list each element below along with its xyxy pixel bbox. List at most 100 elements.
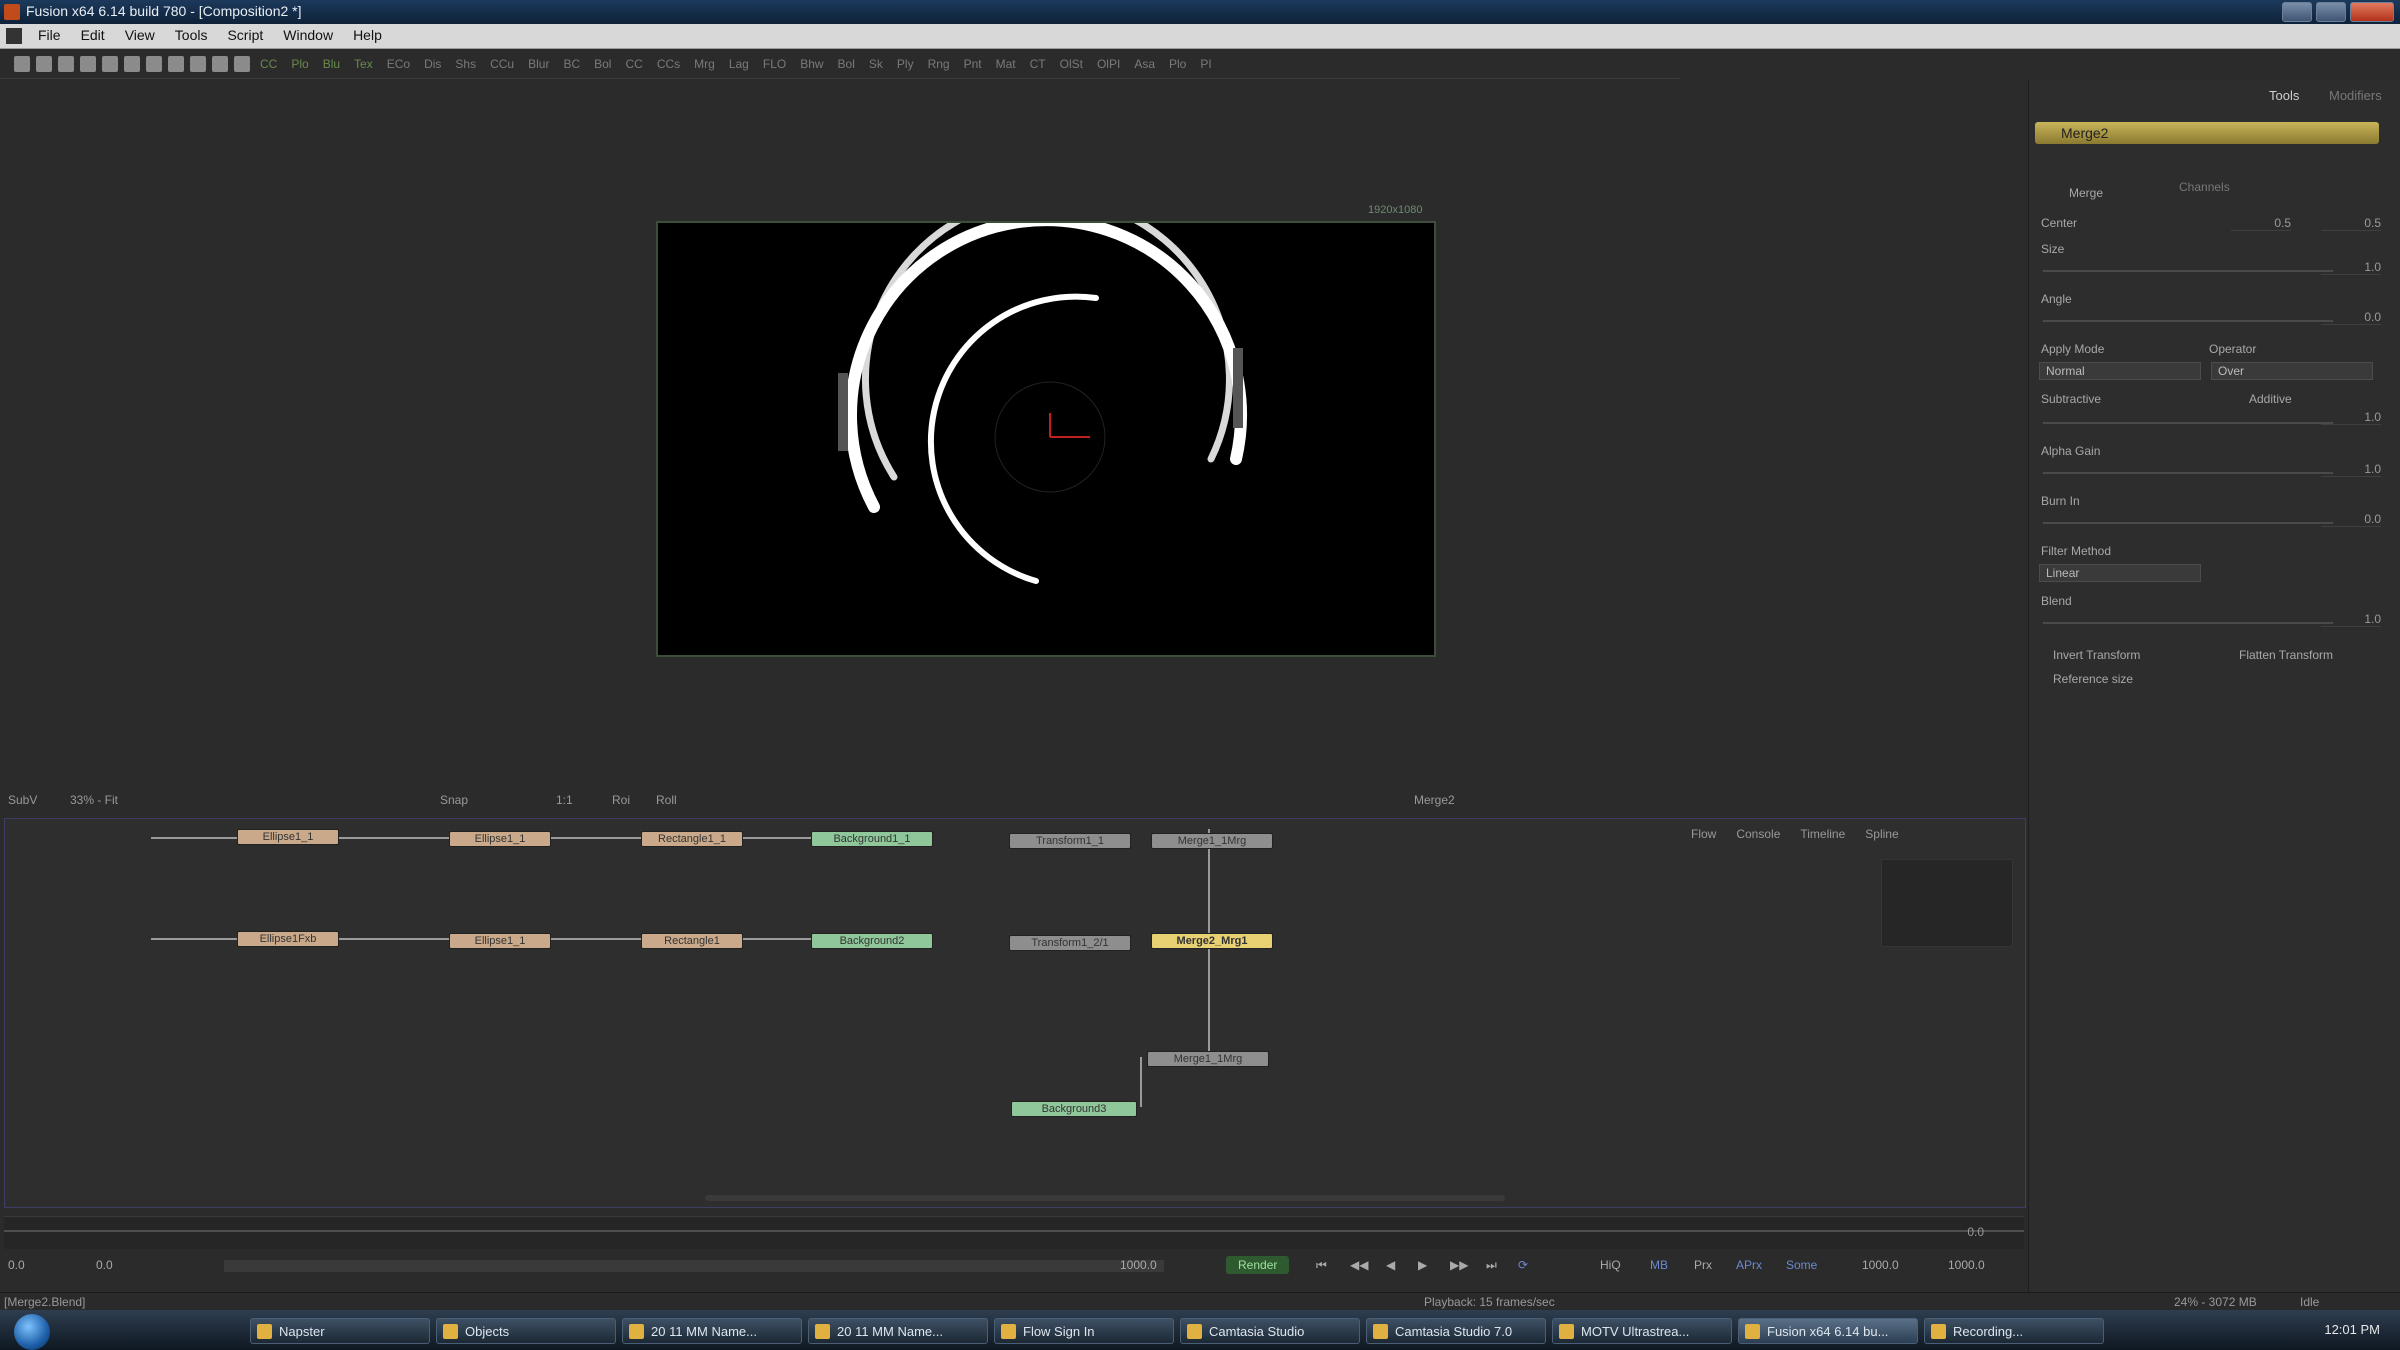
alpha-gain-field[interactable]: 1.0 xyxy=(2321,462,2381,477)
flow-node[interactable]: Rectangle1_1 xyxy=(641,831,743,847)
mb-toggle[interactable]: MB xyxy=(1650,1256,1668,1274)
taskbar-item[interactable]: 20 11 MM Name... xyxy=(622,1318,802,1344)
undo-icon[interactable] xyxy=(146,55,162,72)
roi-button[interactable]: Roi xyxy=(612,793,630,807)
timeline-tab[interactable]: Timeline xyxy=(1800,827,1845,841)
tool-button[interactable]: Plo xyxy=(1165,57,1190,71)
aprx-toggle[interactable]: APrx xyxy=(1736,1256,1762,1274)
subtab-merge[interactable]: Merge xyxy=(2069,186,2103,200)
loop-icon[interactable]: ⟳ xyxy=(1518,1256,1528,1274)
flow-node[interactable]: Rectangle1 xyxy=(641,933,743,949)
blend-field[interactable]: 1.0 xyxy=(2321,612,2381,627)
roll-button[interactable]: Roll xyxy=(656,793,677,807)
taskbar-item[interactable]: Recording... xyxy=(1924,1318,2104,1344)
tool-button[interactable]: Rng xyxy=(924,57,954,71)
tool-button[interactable]: FLO xyxy=(759,57,790,71)
flow-editor[interactable]: Ellipse1_1 Ellipse1_1 Rectangle1_1 Backg… xyxy=(4,818,2026,1208)
spline-tab[interactable]: Spline xyxy=(1865,827,1898,841)
tool-button[interactable]: CC xyxy=(256,57,281,71)
tool-button[interactable]: CCs xyxy=(653,57,684,71)
start-button[interactable] xyxy=(14,1314,50,1350)
tool-button[interactable]: OlSt xyxy=(1056,57,1087,71)
tool-header[interactable]: Merge2 xyxy=(2035,122,2379,144)
tool-button[interactable]: Tex xyxy=(350,57,377,71)
flow-node[interactable]: Background3 xyxy=(1011,1101,1137,1117)
layout-icon[interactable] xyxy=(212,55,228,72)
center-y-field[interactable]: 0.5 xyxy=(2321,216,2381,231)
tool-button[interactable]: CT xyxy=(1026,57,1050,71)
subview-selector[interactable]: SubV xyxy=(8,793,37,807)
global-end-field[interactable]: 1000.0 xyxy=(1948,1256,1985,1274)
sub-add-slider[interactable] xyxy=(2043,422,2333,424)
open-file-icon[interactable] xyxy=(36,55,52,72)
burn-in-field[interactable]: 0.0 xyxy=(2321,512,2381,527)
reference-size-expander[interactable]: Reference size xyxy=(2053,672,2133,686)
tool-button[interactable]: Ply xyxy=(893,57,918,71)
tool-button[interactable]: Sk xyxy=(865,57,887,71)
some-toggle[interactable]: Some xyxy=(1786,1256,1817,1274)
console-tab[interactable]: Console xyxy=(1736,827,1780,841)
flow-navigator[interactable] xyxy=(1881,859,2013,947)
end-field[interactable]: 1000.0 xyxy=(1862,1256,1899,1274)
close-button[interactable] xyxy=(2350,2,2394,22)
layout-icon[interactable] xyxy=(190,55,206,72)
tool-button[interactable]: Shs xyxy=(451,57,480,71)
flow-tab[interactable]: Flow xyxy=(1691,827,1716,841)
menu-view[interactable]: View xyxy=(115,24,165,46)
tab-tools[interactable]: Tools xyxy=(2269,88,2299,103)
apply-mode-dropdown[interactable]: Normal xyxy=(2039,362,2201,380)
size-slider[interactable] xyxy=(2043,270,2333,272)
taskbar-item[interactable]: 20 11 MM Name... xyxy=(808,1318,988,1344)
tool-button[interactable]: Blur xyxy=(524,57,553,71)
tool-button[interactable]: Dis xyxy=(420,57,445,71)
tool-button[interactable]: Blu xyxy=(319,57,344,71)
menu-help[interactable]: Help xyxy=(343,24,392,46)
operator-dropdown[interactable]: Over xyxy=(2211,362,2373,380)
render-button[interactable]: Render xyxy=(1226,1256,1290,1274)
play-reverse-icon[interactable]: ◀ xyxy=(1386,1256,1395,1274)
tool-button[interactable]: OlPI xyxy=(1093,57,1124,71)
filter-method-dropdown[interactable]: Linear xyxy=(2039,564,2201,582)
taskbar-item[interactable]: Napster xyxy=(250,1318,430,1344)
taskbar-item[interactable]: Flow Sign In xyxy=(994,1318,1174,1344)
maximize-button[interactable] xyxy=(2316,2,2346,22)
menu-window[interactable]: Window xyxy=(273,24,343,46)
render-start-field[interactable]: 0.0 xyxy=(96,1256,113,1274)
flow-horizontal-scrollbar[interactable] xyxy=(705,1195,1505,1201)
flow-node[interactable]: Ellipse1_1 xyxy=(449,831,551,847)
cut-icon[interactable] xyxy=(80,55,96,72)
tool-button[interactable]: Pnt xyxy=(960,57,986,71)
tool-button[interactable]: Lag xyxy=(725,57,753,71)
step-back-icon[interactable]: ◀◀ xyxy=(1350,1256,1368,1274)
tool-button[interactable]: BC xyxy=(559,57,584,71)
flow-node-selected[interactable]: Merge2_Mrg1 xyxy=(1151,933,1273,949)
flow-node[interactable]: Ellipse1Fxb xyxy=(237,931,339,947)
taskbar-item-active[interactable]: Fusion x64 6.14 bu... xyxy=(1738,1318,1918,1344)
taskbar-item[interactable]: MOTV Ultrastrea... xyxy=(1552,1318,1732,1344)
tool-button[interactable]: CC xyxy=(621,57,646,71)
fast-forward-icon[interactable]: ⏭ xyxy=(1486,1256,1497,1274)
menu-script[interactable]: Script xyxy=(217,24,273,46)
flow-node[interactable]: Transform1_2/1 xyxy=(1009,935,1131,951)
center-x-field[interactable]: 0.5 xyxy=(2231,216,2291,231)
tab-modifiers[interactable]: Modifiers xyxy=(2329,88,2382,103)
invert-transform-checkbox[interactable]: Invert Transform xyxy=(2053,648,2140,662)
flow-node[interactable]: Background1_1 xyxy=(811,831,933,847)
taskbar-item[interactable]: Objects xyxy=(436,1318,616,1344)
layout-icon[interactable] xyxy=(234,55,250,72)
ratio-button[interactable]: 1:1 xyxy=(556,793,573,807)
prx-toggle[interactable]: Prx xyxy=(1694,1256,1712,1274)
menu-edit[interactable]: Edit xyxy=(71,24,115,46)
zoom-dropdown[interactable]: 33% - Fit xyxy=(70,793,118,807)
tool-button[interactable]: CCu xyxy=(486,57,518,71)
angle-slider[interactable] xyxy=(2043,320,2333,322)
menu-file[interactable]: File xyxy=(28,24,71,46)
tool-button[interactable]: ECo xyxy=(383,57,414,71)
tool-button[interactable]: PI xyxy=(1196,57,1215,71)
tool-button[interactable]: Bol xyxy=(834,57,859,71)
new-file-icon[interactable] xyxy=(14,55,30,72)
alpha-gain-slider[interactable] xyxy=(2043,472,2333,474)
copy-icon[interactable] xyxy=(102,55,118,72)
flow-node[interactable]: Background2 xyxy=(811,933,933,949)
paste-icon[interactable] xyxy=(124,55,140,72)
